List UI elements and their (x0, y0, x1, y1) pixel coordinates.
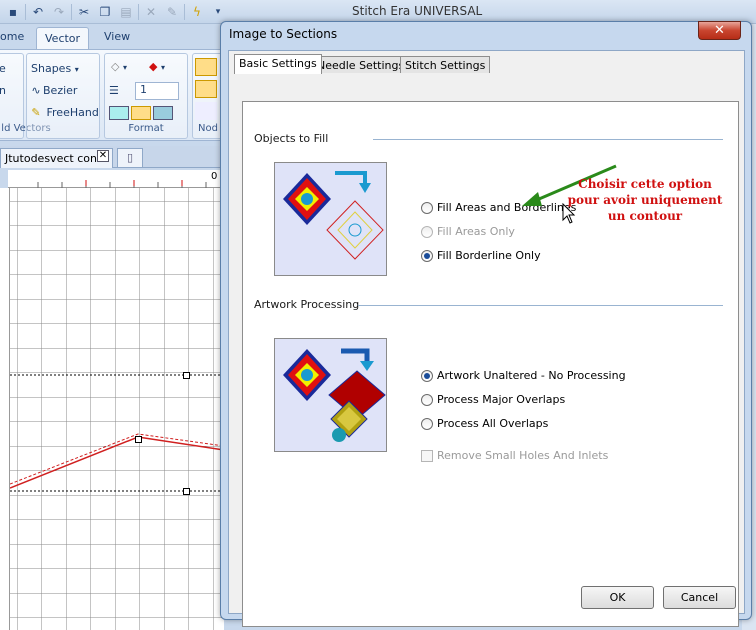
redo-icon[interactable]: ↷ (50, 3, 68, 21)
undo-icon[interactable]: ↶ (29, 3, 47, 21)
node-tool-button[interactable] (195, 58, 217, 76)
checkbox-label: Remove Small Holes And Inlets (437, 449, 609, 462)
ribbon-tabs: ome Vector View (0, 24, 230, 50)
node-tool-button[interactable] (195, 102, 217, 120)
paste-icon[interactable]: ▤ (117, 3, 135, 21)
radio-label: Artwork Unaltered - No Processing (437, 369, 626, 382)
ribbon-tab-vector[interactable]: Vector (36, 27, 90, 50)
ribbon-item[interactable]: n (0, 84, 6, 97)
radio-process-major-overlaps[interactable]: Process Major Overlaps (421, 393, 565, 406)
menu-icon[interactable]: ▪ (4, 3, 22, 21)
canvas-grid (10, 188, 224, 630)
artwork-preview-image (283, 348, 386, 442)
edit-icon[interactable]: ✎ (163, 3, 181, 21)
line-width-field[interactable]: 1 (135, 82, 179, 100)
node-handle[interactable] (183, 488, 190, 495)
ribbon-body: e n ld Vectors Shapes ▾ ∿ Bezier ✎ FreeHa… (0, 49, 232, 141)
toolbar-separator (25, 4, 26, 20)
group-divider (373, 139, 723, 140)
quick-access-toolbar: ▪ ↶ ↷ ✂ ❐ ▤ ✕ ✎ ϟ ▾ (0, 0, 227, 24)
copy-icon[interactable]: ❐ (96, 3, 114, 21)
radio-button[interactable] (421, 369, 433, 382)
annotation-line: Choisir cette option (578, 177, 712, 191)
annotation-line: pour avoir uniquement (567, 193, 723, 207)
style-buttons (109, 106, 173, 120)
ruler-ticks (37, 180, 207, 188)
node-tool-button[interactable] (195, 80, 217, 98)
checkbox-remove-small-holes[interactable]: Remove Small Holes And Inlets (421, 449, 608, 462)
fill-preview-image (283, 171, 384, 260)
style-button[interactable] (109, 106, 129, 120)
checkbox[interactable] (421, 449, 433, 462)
annotation-line: un contour (607, 209, 683, 223)
dialog-title: Image to Sections (229, 27, 338, 41)
ribbon-tab-view[interactable]: View (104, 30, 130, 43)
ruler-zero-label: 0 (211, 171, 218, 182)
close-icon: ✕ (714, 23, 725, 38)
pencil-icon: ✎ (31, 106, 41, 119)
vertical-ruler (0, 188, 10, 630)
dialog-close-button[interactable]: ✕ (698, 21, 741, 40)
cut-icon[interactable]: ✂ (75, 3, 93, 21)
paint-bucket-icon: ◆ (149, 60, 158, 73)
radio-button[interactable] (421, 249, 433, 262)
line-width-icon: ☰ (109, 84, 119, 97)
close-icon[interactable]: ✕ (97, 150, 109, 162)
toolbar-separator (138, 4, 139, 20)
ribbon-group-shapes: Shapes ▾ ∿ Bezier ✎ FreeHand (26, 53, 100, 139)
chevron-down-icon: ▾ (74, 65, 79, 74)
customize-qat-icon[interactable]: ▾ (209, 3, 227, 21)
app-title: Stitch Era UNIVERSAL (352, 4, 483, 18)
ribbon-item[interactable]: e (0, 62, 6, 75)
dialog-client-area: Objects to Fill Fill Areas and Borderlin… (228, 50, 745, 627)
style-button[interactable] (131, 106, 151, 120)
fill-bucket-icon: ◇ (111, 60, 120, 73)
node-handle[interactable] (183, 372, 190, 379)
objects-to-fill-title: Objects to Fill (254, 132, 329, 145)
objects-to-fill-preview (274, 162, 387, 276)
image-to-sections-dialog: Image to Sections ✕ Objects to Fill Fill… (220, 21, 752, 627)
design-canvas[interactable] (10, 188, 224, 630)
group-divider (358, 305, 723, 306)
tab-needle-settings[interactable]: Needle Settings (312, 56, 410, 73)
radio-button[interactable] (421, 225, 433, 238)
artwork-processing-title: Artwork Processing (254, 298, 360, 311)
radio-label: Fill Areas Only (437, 225, 515, 238)
radio-button[interactable] (421, 393, 433, 406)
radio-fill-areas-only[interactable]: Fill Areas Only (421, 225, 515, 238)
annotation-text: Choisir cette option pour avoir uniqueme… (565, 176, 725, 224)
toolbar-separator (184, 4, 185, 20)
radio-label: Process All Overlaps (437, 417, 549, 430)
radio-button[interactable] (421, 201, 433, 214)
ribbon-tab-home[interactable]: ome (0, 30, 24, 43)
bezier-icon: ∿ (31, 84, 41, 97)
mouse-cursor-icon (562, 203, 576, 224)
bezier-button[interactable]: ∿ Bezier (29, 84, 77, 97)
radio-button[interactable] (421, 417, 433, 430)
tab-basic-settings[interactable]: Basic Settings (234, 54, 322, 74)
line-color-button[interactable]: ◆ ▾ (149, 60, 165, 73)
cancel-button[interactable]: Cancel (663, 586, 736, 609)
shapes-button[interactable]: Shapes ▾ (31, 62, 79, 75)
document-tabbar: Jtutodesvect conto (0, 146, 230, 168)
radio-label: Process Major Overlaps (437, 393, 566, 406)
lightning-icon[interactable]: ϟ (188, 3, 206, 21)
style-button[interactable] (153, 106, 173, 120)
toolbar-separator (71, 4, 72, 20)
ok-button[interactable]: OK (581, 586, 654, 609)
artwork-processing-preview (274, 338, 387, 452)
radio-fill-borderline-only[interactable]: Fill Borderline Only (421, 249, 541, 262)
freehand-button[interactable]: ✎ FreeHand (29, 106, 98, 119)
radio-artwork-unaltered[interactable]: Artwork Unaltered - No Processing (421, 369, 626, 382)
delete-icon[interactable]: ✕ (142, 3, 160, 21)
tab-stitch-settings[interactable]: Stitch Settings (400, 56, 491, 73)
fill-color-button[interactable]: ◇ ▾ (111, 60, 127, 73)
radio-process-all-overlaps[interactable]: Process All Overlaps (421, 417, 548, 430)
radio-label: Fill Borderline Only (437, 249, 541, 262)
horizontal-ruler (8, 170, 224, 188)
node-handle[interactable] (135, 436, 142, 443)
ribbon-group-label: Format (128, 123, 164, 134)
new-document-icon[interactable]: ▯ (117, 148, 143, 168)
